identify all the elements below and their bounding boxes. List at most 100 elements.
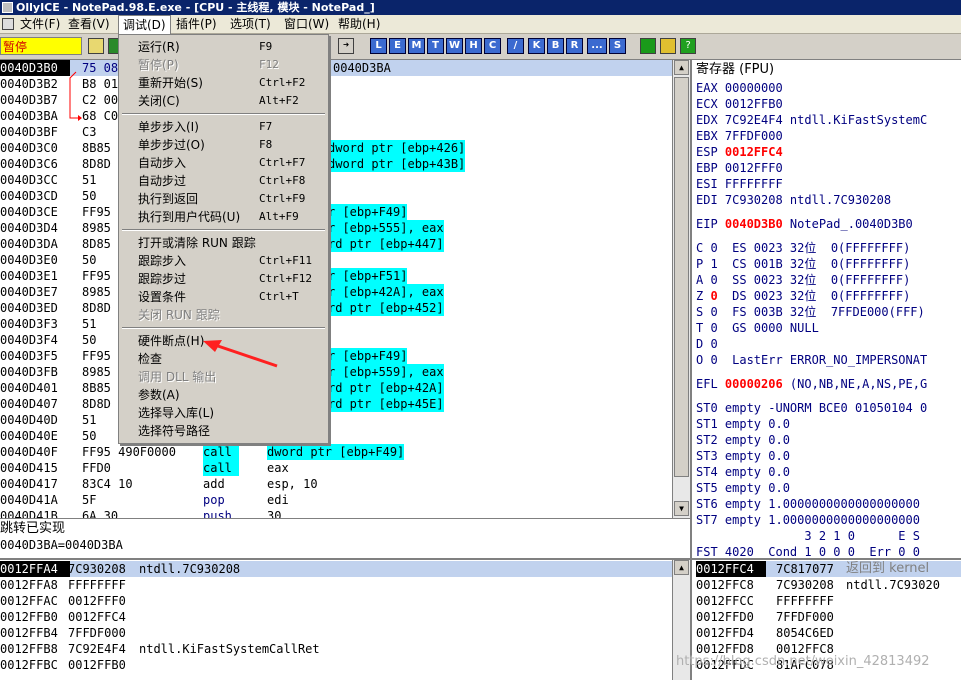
disasm-row[interactable]: 0040D3CD 50 xyxy=(0,188,672,204)
help-icon[interactable]: ? xyxy=(680,38,696,54)
debug-menu-item[interactable]: 执行到返回 Ctrl+F9 xyxy=(121,190,326,208)
disasm-row[interactable]: 0040D40E 50 xyxy=(0,428,672,444)
register-changed-value[interactable]: 0012FFC4 xyxy=(725,145,783,159)
tb-S[interactable]: S xyxy=(609,38,626,54)
scroll-up-icon[interactable]: ▲ xyxy=(674,60,689,75)
debug-menu-item[interactable]: 单步步过(O) F8 xyxy=(121,136,326,154)
disasm-row[interactable]: 0040D40F FF95 490F0000 call dword ptr [ebp+… xyxy=(0,444,672,460)
disasm-row[interactable]: 0040D3ED 8D8D rd ptr [ebp+452] xyxy=(0,300,672,316)
tb-L[interactable]: L xyxy=(370,38,387,54)
disasm-hex: 50 xyxy=(82,333,97,347)
disasm-row[interactable]: 0040D3F5 FF95 r [ebp+F49] xyxy=(0,348,672,364)
tb-ellipsis[interactable]: ... xyxy=(587,38,607,54)
window-title: OllyICE - NotePad.98.E.exe - [CPU - 主线程,… xyxy=(16,1,375,14)
disasm-row[interactable]: 0040D3FB 8985 r [ebp+559], eax xyxy=(0,364,672,380)
dump-row[interactable]: 0012FFB4 7FFDF000 xyxy=(0,625,672,641)
stack-row[interactable]: 0012FFD0 7FFDF000 xyxy=(696,609,961,625)
menu-window[interactable]: 窗口(W) xyxy=(280,15,333,34)
menu-plugins[interactable]: 插件(P) xyxy=(172,15,221,34)
scroll-thumb[interactable] xyxy=(674,77,689,477)
disasm-row[interactable]: 0040D401 8B85 rd ptr [ebp+42A] xyxy=(0,380,672,396)
dump-row[interactable]: 0012FFBC 0012FFB0 xyxy=(0,657,672,673)
dump-row[interactable]: 0012FFB0 0012FFC4 xyxy=(0,609,672,625)
tb-T[interactable]: T xyxy=(427,38,444,54)
tb-slash[interactable]: / xyxy=(507,38,524,54)
register-changed-value[interactable]: 00000206 xyxy=(725,377,783,391)
register-changed-value[interactable]: 0040D3B0 xyxy=(725,217,783,231)
tb-C[interactable]: C xyxy=(484,38,501,54)
menu-options[interactable]: 选项(T) xyxy=(226,15,275,34)
disasm-row[interactable]: 0040D3CE FF95 r [ebp+F49] xyxy=(0,204,672,220)
disasm-row[interactable]: 0040D417 83C4 10 add esp, 10 xyxy=(0,476,672,492)
disasm-row[interactable]: 0040D3C0 8B85 dword ptr [ebp+426] xyxy=(0,140,672,156)
tb-K[interactable]: K xyxy=(528,38,545,54)
dump-address: 0012FFBC xyxy=(0,658,58,672)
disasm-scrollbar[interactable]: ▲ ▼ xyxy=(672,60,690,518)
disasm-row[interactable]: 0040D3B2 B8 01 xyxy=(0,76,672,92)
disasm-row[interactable]: 0040D41B 6A 30 push 30 xyxy=(0,508,672,518)
tb-H[interactable]: H xyxy=(465,38,482,54)
disasm-row[interactable]: 0040D3E1 FF95 r [ebp+F51] xyxy=(0,268,672,284)
debug-menu-item[interactable]: 选择导入库(L) xyxy=(121,404,326,422)
stack-row[interactable]: 0012FFC4 7C817077 返回到 kernel xyxy=(696,561,961,577)
step-arrow-icon[interactable]: ➜ xyxy=(338,38,354,54)
debug-menu-item[interactable]: 打开或清除 RUN 跟踪 xyxy=(121,234,326,252)
disasm-row[interactable]: 0040D3E0 50 xyxy=(0,252,672,268)
disasm-row[interactable]: 0040D3F3 51 xyxy=(0,316,672,332)
scroll-down-icon[interactable]: ▼ xyxy=(674,501,689,516)
register-changed-value[interactable]: 0 xyxy=(710,289,717,303)
disasm-row[interactable]: 0040D3BA 68 C0 xyxy=(0,108,672,124)
debug-menu-item[interactable]: 执行到用户代码(U) Alt+F9 xyxy=(121,208,326,226)
stack-row[interactable]: 0012FFC8 7C930208 ntdll.7C93020 xyxy=(696,577,961,593)
disasm-row[interactable]: 0040D407 8D8D rd ptr [ebp+45E] xyxy=(0,396,672,412)
dump-row[interactable]: 0012FFA8 FFFFFFFF xyxy=(0,577,672,593)
disasm-row[interactable]: 0040D3C6 8D8D dword ptr [ebp+43B] xyxy=(0,156,672,172)
menu-view[interactable]: 查看(V) xyxy=(64,15,114,34)
disasm-hex: 8D8D xyxy=(82,397,111,411)
system-menu-icon[interactable] xyxy=(2,18,14,30)
open-icon[interactable] xyxy=(88,38,104,54)
debug-menu-item[interactable]: 设置条件 Ctrl+T xyxy=(121,288,326,306)
disasm-row[interactable]: 0040D3D4 8985 r [ebp+555], eax xyxy=(0,220,672,236)
disasm-row[interactable]: 0040D415 FFD0 call eax xyxy=(0,460,672,476)
debug-menu-item[interactable]: 自动步入 Ctrl+F7 xyxy=(121,154,326,172)
dump-row[interactable]: 0012FFAC 0012FFF0 xyxy=(0,593,672,609)
menu-file[interactable]: 文件(F) xyxy=(16,15,64,34)
grid-icon[interactable] xyxy=(660,38,676,54)
menu-debug[interactable]: 调试(D) xyxy=(118,15,171,35)
disasm-row[interactable]: 0040D3F4 50 xyxy=(0,332,672,348)
disasm-address: 0040D401 xyxy=(0,381,58,395)
tb-R[interactable]: R xyxy=(566,38,583,54)
debug-menu-item[interactable]: 跟踪步过 Ctrl+F12 xyxy=(121,270,326,288)
disasm-row[interactable]: 0040D41A 5F pop edi xyxy=(0,492,672,508)
tb-E[interactable]: E xyxy=(389,38,406,54)
list-icon[interactable] xyxy=(640,38,656,54)
menu-item-label: 暂停(P) xyxy=(138,58,179,72)
menu-help[interactable]: 帮助(H) xyxy=(334,15,384,34)
disasm-row[interactable]: 0040D3BF C3 xyxy=(0,124,672,140)
dump-row[interactable]: 0012FFB8 7C92E4F4 ntdll.KiFastSystemCallRe… xyxy=(0,641,672,657)
debug-menu-item[interactable]: 运行(R) F9 xyxy=(121,38,326,56)
dump-row[interactable]: 0012FFA4 7C930208 ntdll.7C930208 xyxy=(0,561,672,577)
disasm-row[interactable]: 0040D3DA 8D85 rd ptr [ebp+447] xyxy=(0,236,672,252)
disasm-row[interactable]: 0040D3CC 51 xyxy=(0,172,672,188)
debug-menu-item[interactable]: 检查 xyxy=(121,350,326,368)
debug-menu-item[interactable]: 选择符号路径 xyxy=(121,422,326,440)
debug-menu-item[interactable]: 单步步入(I) F7 xyxy=(121,118,326,136)
debug-menu-item[interactable]: 硬件断点(H) xyxy=(121,332,326,350)
stack-row[interactable]: 0012FFD4 8054C6ED xyxy=(696,625,961,641)
debug-menu-item[interactable]: 关闭(C) Alt+F2 xyxy=(121,92,326,110)
disasm-row[interactable]: 0040D3E7 8985 r [ebp+42A], eax xyxy=(0,284,672,300)
debug-menu-item[interactable]: 自动步过 Ctrl+F8 xyxy=(121,172,326,190)
stack-row[interactable]: 0012FFCC FFFFFFFF xyxy=(696,593,961,609)
disasm-row[interactable]: 0040D40D 51 xyxy=(0,412,672,428)
disasm-address: 0040D3C6 xyxy=(0,157,58,171)
debug-menu-item[interactable]: 参数(A) xyxy=(121,386,326,404)
debug-menu-item[interactable]: 跟踪步入 Ctrl+F11 xyxy=(121,252,326,270)
tb-W[interactable]: W xyxy=(446,38,463,54)
dump-scroll-up-icon[interactable]: ▲ xyxy=(674,560,689,575)
debug-menu-item[interactable]: 重新开始(S) Ctrl+F2 xyxy=(121,74,326,92)
tb-B[interactable]: B xyxy=(547,38,564,54)
tb-M[interactable]: M xyxy=(408,38,425,54)
disasm-row[interactable]: 0040D3B7 C2 00 xyxy=(0,92,672,108)
